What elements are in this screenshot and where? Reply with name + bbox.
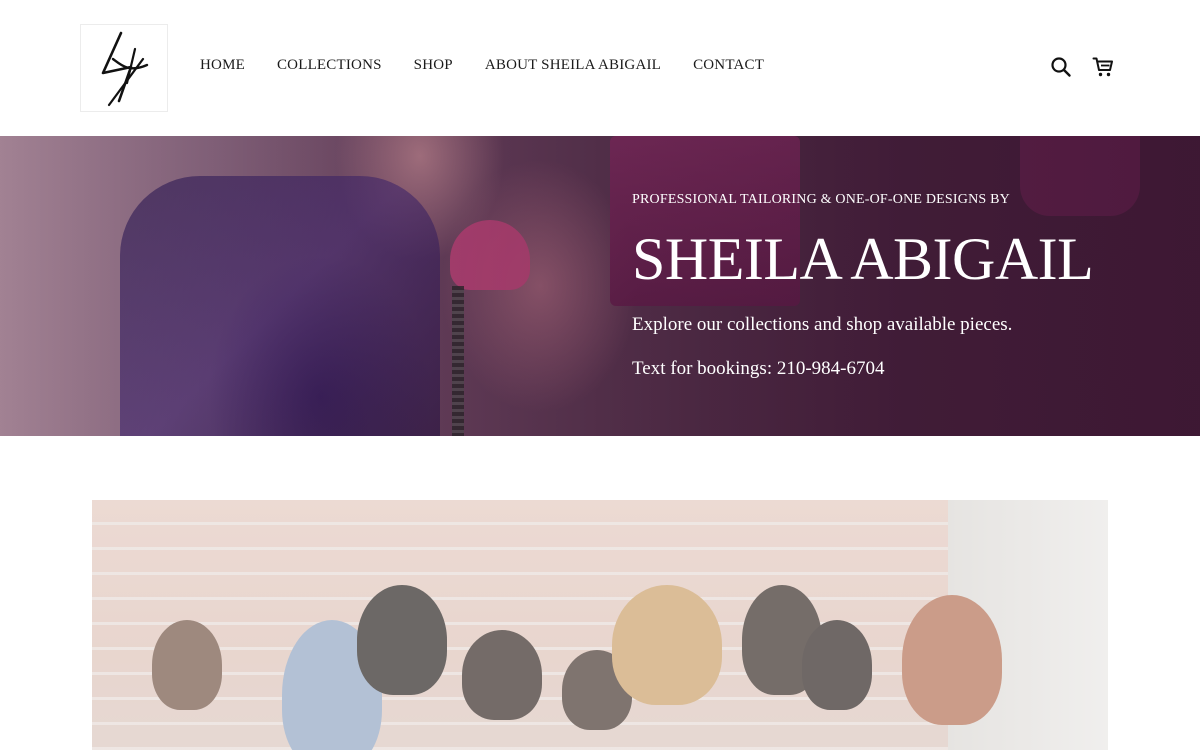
hero-subtitle: Explore our collections and shop availab… (632, 314, 1013, 335)
search-icon[interactable] (1050, 56, 1072, 78)
site-header: HOME COLLECTIONS SHOP ABOUT SHEILA ABIGA… (0, 0, 1200, 136)
nav-item-shop[interactable]: SHOP (414, 57, 453, 74)
cart-icon[interactable] (1092, 56, 1114, 78)
hero-eyebrow: PROFESSIONAL TAILORING & ONE-OF-ONE DESI… (632, 192, 1010, 207)
brand-logo[interactable] (80, 24, 168, 112)
feature-group-photo (92, 500, 1108, 750)
hero-banner: PROFESSIONAL TAILORING & ONE-OF-ONE DESI… (0, 136, 1200, 436)
main-nav: HOME COLLECTIONS SHOP ABOUT SHEILA ABIGA… (200, 57, 764, 74)
nav-item-home[interactable]: HOME (200, 57, 245, 74)
hero-title: SHEILA ABIGAIL (632, 226, 1094, 292)
feature-fade-overlay (92, 500, 1108, 750)
nav-item-contact[interactable]: CONTACT (693, 57, 764, 74)
nav-item-about[interactable]: ABOUT SHEILA ABIGAIL (485, 57, 661, 74)
header-actions (1050, 56, 1114, 78)
logo-mark-icon (101, 31, 149, 107)
hero-booking-text: Text for bookings: 210-984-6704 (632, 358, 885, 379)
nav-item-collections[interactable]: COLLECTIONS (277, 57, 382, 74)
